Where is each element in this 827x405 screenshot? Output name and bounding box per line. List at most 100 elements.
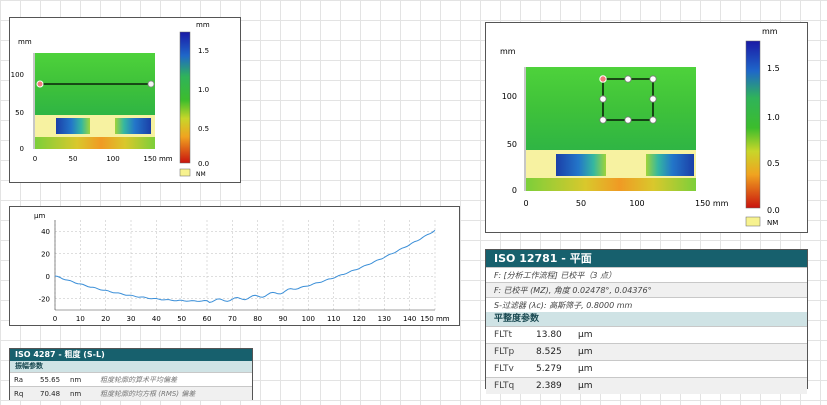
- profile-chart-panel: µm 40 20 0 -20 0 10 20 30 40 50 60 70 80 90 100 110 120…: [9, 206, 460, 326]
- y-unit: mm: [18, 38, 32, 46]
- y-tick: 50: [507, 140, 517, 149]
- param-name: FLTp: [494, 347, 515, 357]
- colorbar: [745, 40, 761, 209]
- x-tick: 0: [523, 199, 528, 208]
- table-row: FLTq 2.389 µm: [486, 377, 807, 394]
- profile-start-handle[interactable]: [36, 80, 44, 88]
- param-unit: nm: [70, 389, 82, 398]
- nm-label: NM: [196, 171, 206, 178]
- table-title: ISO 12781 - 平面: [486, 250, 807, 267]
- param-value: 8.525: [536, 347, 562, 357]
- x-tick: 40: [152, 315, 161, 323]
- param-name: FLTq: [494, 381, 515, 391]
- flatness-table: ISO 12781 - 平面 F: [分析工作流程] 已校平（3 点） F: 已…: [485, 249, 808, 394]
- table-row: FLTv 5.279 µm: [486, 360, 807, 377]
- x-tick: 0: [33, 155, 37, 163]
- x-tick: 130: [378, 315, 391, 323]
- y-tick: 50: [15, 109, 24, 117]
- info-row: F: 已校平 (MZ), 角度 0.02478°, 0.04376°: [486, 282, 807, 297]
- colorbar-tick: 1.0: [198, 86, 209, 94]
- y-tick: 100: [502, 92, 517, 101]
- selection-handle[interactable]: [599, 75, 607, 83]
- height-map-panel-small: mm 100 50 0 0 50 100 150 mm mm 1.5 1.0 0…: [9, 17, 241, 183]
- param-value: 2.389: [536, 381, 562, 391]
- x-tick: 90: [279, 315, 288, 323]
- colorbar-tick: 0.5: [198, 125, 209, 133]
- x-tick: 60: [203, 315, 212, 323]
- nm-swatch: [745, 216, 761, 227]
- colorbar: [179, 31, 191, 164]
- x-tick: 150 mm: [695, 199, 729, 208]
- selection-handle[interactable]: [624, 116, 632, 124]
- colorbar-tick: 0.0: [767, 206, 780, 215]
- height-map-small: mm 100 50 0 0 50 100 150 mm mm 1.5 1.0 0…: [11, 21, 210, 178]
- nm-swatch: [179, 168, 191, 177]
- x-tick: 100: [106, 155, 119, 163]
- x-tick: 50: [576, 199, 586, 208]
- param-name: Rq: [14, 389, 24, 398]
- x-tick: 10: [76, 315, 85, 323]
- section-header: 平整度参数: [486, 312, 807, 326]
- colorbar-unit: mm: [762, 27, 778, 36]
- param-unit: µm: [578, 364, 593, 374]
- param-name: Ra: [14, 375, 23, 384]
- param-unit: nm: [70, 375, 82, 384]
- profile-chart: µm 40 20 0 -20 0 10 20 30 40 50 60 70 80 90 100 110 120…: [34, 212, 450, 323]
- x-tick: 150 mm: [143, 155, 172, 163]
- y-tick: 100: [11, 71, 24, 79]
- x-tick: 30: [127, 315, 136, 323]
- info-row: F: [分析工作流程] 已校平（3 点）: [486, 267, 807, 282]
- y-tick: 0: [46, 273, 50, 281]
- x-tick: 0: [53, 315, 57, 323]
- height-map-large: mm 100 50 0 0 50 100 150 mm mm 1.5 1.0 0…: [500, 27, 780, 227]
- colorbar-tick: 1.5: [198, 47, 209, 55]
- selection-handle[interactable]: [599, 95, 607, 103]
- y-tick: 20: [41, 250, 50, 258]
- selection-handle[interactable]: [649, 116, 657, 124]
- param-desc: 粗度轮廓的均方根 (RMS) 偏差: [100, 389, 196, 398]
- x-tick: 20: [101, 315, 110, 323]
- x-tick: 120: [352, 315, 365, 323]
- param-unit: µm: [578, 381, 593, 391]
- x-tick: 140: [403, 315, 416, 323]
- param-value: 5.279: [536, 364, 562, 374]
- colorbar-tick: 1.5: [767, 64, 780, 73]
- param-name: FLTv: [494, 364, 514, 374]
- x-tick: 100: [302, 315, 315, 323]
- x-tick: 110: [327, 315, 340, 323]
- y-tick: 40: [41, 228, 50, 236]
- profile-curve: [54, 229, 436, 303]
- param-value: 55.65: [40, 375, 61, 384]
- selection-handle[interactable]: [624, 75, 632, 83]
- table-row: Ra 55.65 nm 粗度轮廓的算术平均偏差: [10, 372, 252, 386]
- section-header: 振幅参数: [10, 361, 252, 372]
- param-desc: 粗度轮廓的算术平均偏差: [100, 375, 177, 384]
- y-unit: µm: [34, 212, 45, 220]
- y-tick: -20: [39, 295, 50, 303]
- x-tick: 50: [177, 315, 186, 323]
- roughness-table: ISO 4287 - 粗度 (S-L) 振幅参数 Ra 55.65 nm 粗度轮…: [9, 348, 253, 400]
- nm-label: NM: [767, 219, 778, 227]
- x-tick: 50: [69, 155, 78, 163]
- table-title: ISO 4287 - 粗度 (S-L): [10, 349, 252, 361]
- x-tick: 80: [253, 315, 262, 323]
- colorbar-tick: 1.0: [767, 113, 780, 122]
- selection-handle[interactable]: [599, 116, 607, 124]
- y-unit: mm: [500, 47, 516, 56]
- y-tick: 0: [20, 145, 24, 153]
- param-value: 70.48: [40, 389, 61, 398]
- param-unit: µm: [578, 347, 593, 357]
- colorbar-tick: 0.5: [767, 159, 780, 168]
- colorbar-tick: 0.0: [198, 160, 209, 168]
- x-tick: 150 mm: [420, 315, 449, 323]
- selection-handle[interactable]: [649, 95, 657, 103]
- x-tick: 100: [629, 199, 644, 208]
- grid: [54, 220, 436, 310]
- table-row: FLTp 8.525 µm: [486, 343, 807, 360]
- selection-handle[interactable]: [649, 75, 657, 83]
- surface-lower: [526, 178, 696, 191]
- surface-lower: [35, 137, 155, 149]
- profile-end-handle[interactable]: [147, 80, 155, 88]
- param-unit: µm: [578, 330, 593, 340]
- info-text: F: [分析工作流程] 已校平（3 点）: [494, 270, 616, 280]
